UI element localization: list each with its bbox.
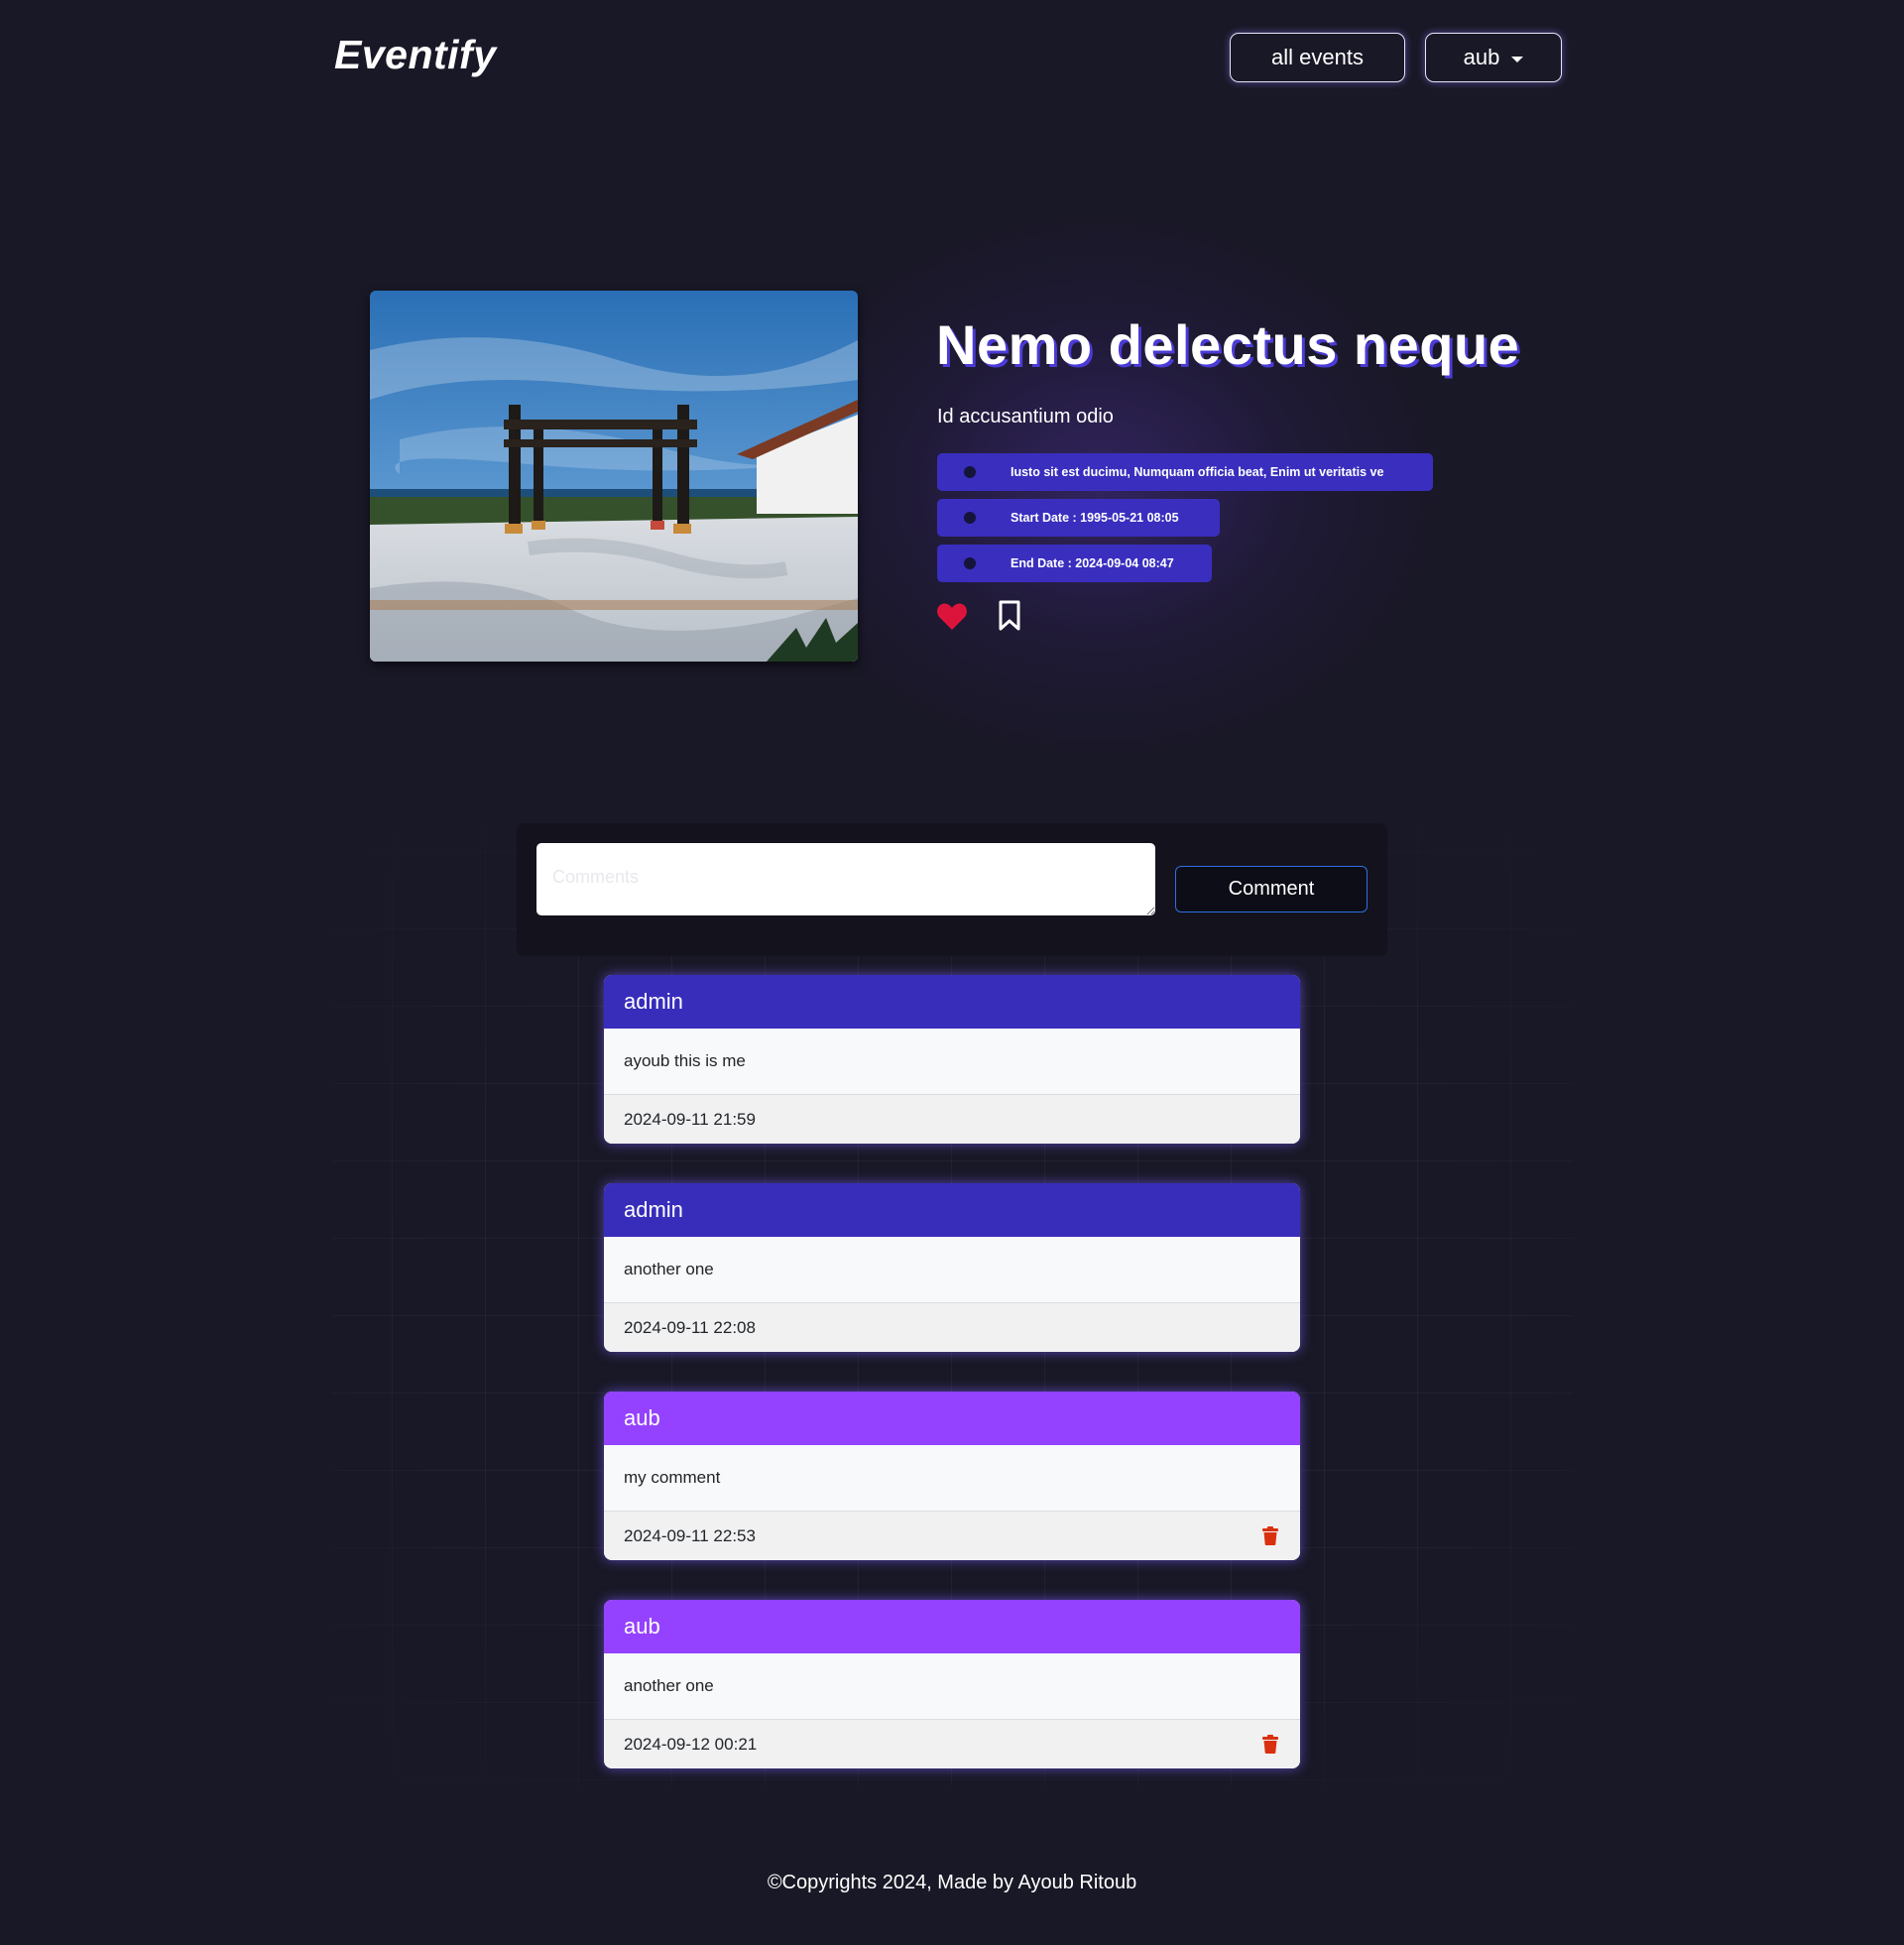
comment-author: aub [604, 1600, 1300, 1653]
comment-text: my comment [604, 1445, 1300, 1512]
bullet-dot-icon [964, 557, 976, 569]
comment-form: Comment [517, 823, 1387, 956]
caret-down-icon [1511, 56, 1524, 62]
navbar: Eventify all events aub [0, 0, 1904, 117]
end-date: End Date : 2024-09-04 08:47 [1011, 556, 1174, 570]
comment-input[interactable] [536, 843, 1155, 915]
comment-text: another one [604, 1653, 1300, 1720]
comment-date: 2024-09-11 22:08 [624, 1317, 756, 1337]
comment-submit-button[interactable]: Comment [1175, 866, 1368, 912]
comment-author: admin [604, 1183, 1300, 1237]
comment-date: 2024-09-11 22:53 [624, 1525, 756, 1545]
comment-card: admin another one 2024-09-11 22:08 [604, 1183, 1300, 1352]
heart-icon[interactable] [936, 599, 968, 633]
start-date-pill: Start Date : 1995-05-21 08:05 [937, 499, 1220, 537]
all-events-button[interactable]: all events [1230, 33, 1405, 82]
comment-footer: 2024-09-11 21:59 [604, 1095, 1300, 1144]
brand-logo[interactable]: Eventify [334, 32, 497, 78]
comment-card: aub my comment 2024-09-11 22:53 [604, 1392, 1300, 1560]
user-menu-label: aub [1463, 45, 1500, 69]
event-title: Nemo delectus neque [936, 313, 1520, 376]
bullet-dot-icon [964, 466, 976, 478]
comment-author: aub [604, 1392, 1300, 1445]
comment-date: 2024-09-12 00:21 [624, 1734, 758, 1754]
end-date-pill: End Date : 2024-09-04 08:47 [937, 545, 1212, 582]
comment-card: admin ayoub this is me 2024-09-11 21:59 [604, 975, 1300, 1144]
comment-date: 2024-09-11 21:59 [624, 1109, 756, 1129]
bullet-dot-icon [964, 512, 976, 524]
comment-card: aub another one 2024-09-12 00:21 [604, 1600, 1300, 1768]
comment-footer: 2024-09-11 22:53 [604, 1512, 1300, 1560]
event-image [370, 291, 858, 662]
comment-text: another one [604, 1237, 1300, 1303]
event-subtitle: Id accusantium odio [937, 406, 1114, 427]
footer-copyright: ©Copyrights 2024, Made by Ayoub Ritoub [767, 1872, 1137, 1893]
comment-author: admin [604, 975, 1300, 1029]
user-menu-button[interactable]: aub [1425, 33, 1562, 82]
comment-footer: 2024-09-12 00:21 [604, 1720, 1300, 1768]
comment-footer: 2024-09-11 22:08 [604, 1303, 1300, 1352]
event-actions [936, 599, 1025, 633]
start-date: Start Date : 1995-05-21 08:05 [1011, 511, 1179, 525]
trash-icon[interactable] [1262, 1526, 1280, 1546]
comment-text: ayoub this is me [604, 1029, 1300, 1095]
bookmark-icon[interactable] [994, 599, 1025, 633]
event-description: Iusto sit est ducimu, Numquam officia be… [1011, 465, 1384, 479]
event-description-pill: Iusto sit est ducimu, Numquam officia be… [937, 453, 1433, 491]
trash-icon[interactable] [1262, 1735, 1280, 1755]
